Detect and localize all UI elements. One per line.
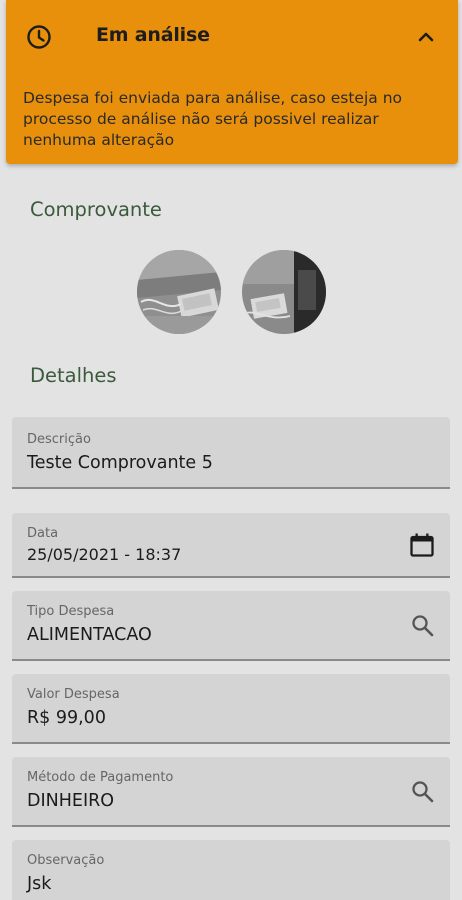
expense-value-label: Valor Despesa — [27, 687, 120, 702]
status-title: Em análise — [96, 24, 210, 46]
date-field[interactable]: Data 25/05/2021 - 18:37 — [12, 513, 450, 578]
date-label: Data — [27, 526, 59, 541]
observation-value: Jsk — [27, 874, 52, 894]
clock-icon — [25, 23, 53, 51]
expense-type-field[interactable]: Tipo Despesa ALIMENTACAO — [12, 591, 450, 661]
search-icon[interactable] — [410, 613, 436, 639]
description-value: Teste Comprovante 5 — [27, 453, 213, 473]
payment-method-field[interactable]: Método de Pagamento DINHEIRO — [12, 757, 450, 827]
description-label: Descrição — [27, 432, 91, 447]
search-icon[interactable] — [410, 779, 436, 805]
details-section-title: Detalhes — [30, 364, 117, 387]
observation-field[interactable]: Observação Jsk — [12, 840, 450, 900]
expense-type-value: ALIMENTACAO — [27, 625, 152, 645]
payment-method-value: DINHEIRO — [27, 791, 115, 811]
status-banner-header[interactable]: Em análise — [6, 0, 458, 74]
receipt-photo-2[interactable] — [242, 250, 326, 334]
date-value: 25/05/2021 - 18:37 — [27, 545, 182, 564]
status-banner: Em análise Despesa foi enviada para anál… — [6, 0, 458, 164]
receipt-section-title: Comprovante — [30, 198, 162, 221]
expense-value-field[interactable]: Valor Despesa R$ 99,00 — [12, 674, 450, 744]
calendar-icon[interactable] — [409, 532, 435, 558]
chevron-up-icon[interactable] — [415, 26, 437, 48]
receipt-photo-1[interactable] — [137, 250, 221, 334]
observation-label: Observação — [27, 853, 105, 868]
payment-method-label: Método de Pagamento — [27, 770, 174, 785]
description-field[interactable]: Descrição Teste Comprovante 5 — [12, 417, 450, 489]
status-message: Despesa foi enviada para análise, caso e… — [23, 89, 403, 149]
expense-type-label: Tipo Despesa — [27, 604, 115, 619]
expense-value-value: R$ 99,00 — [27, 708, 106, 728]
